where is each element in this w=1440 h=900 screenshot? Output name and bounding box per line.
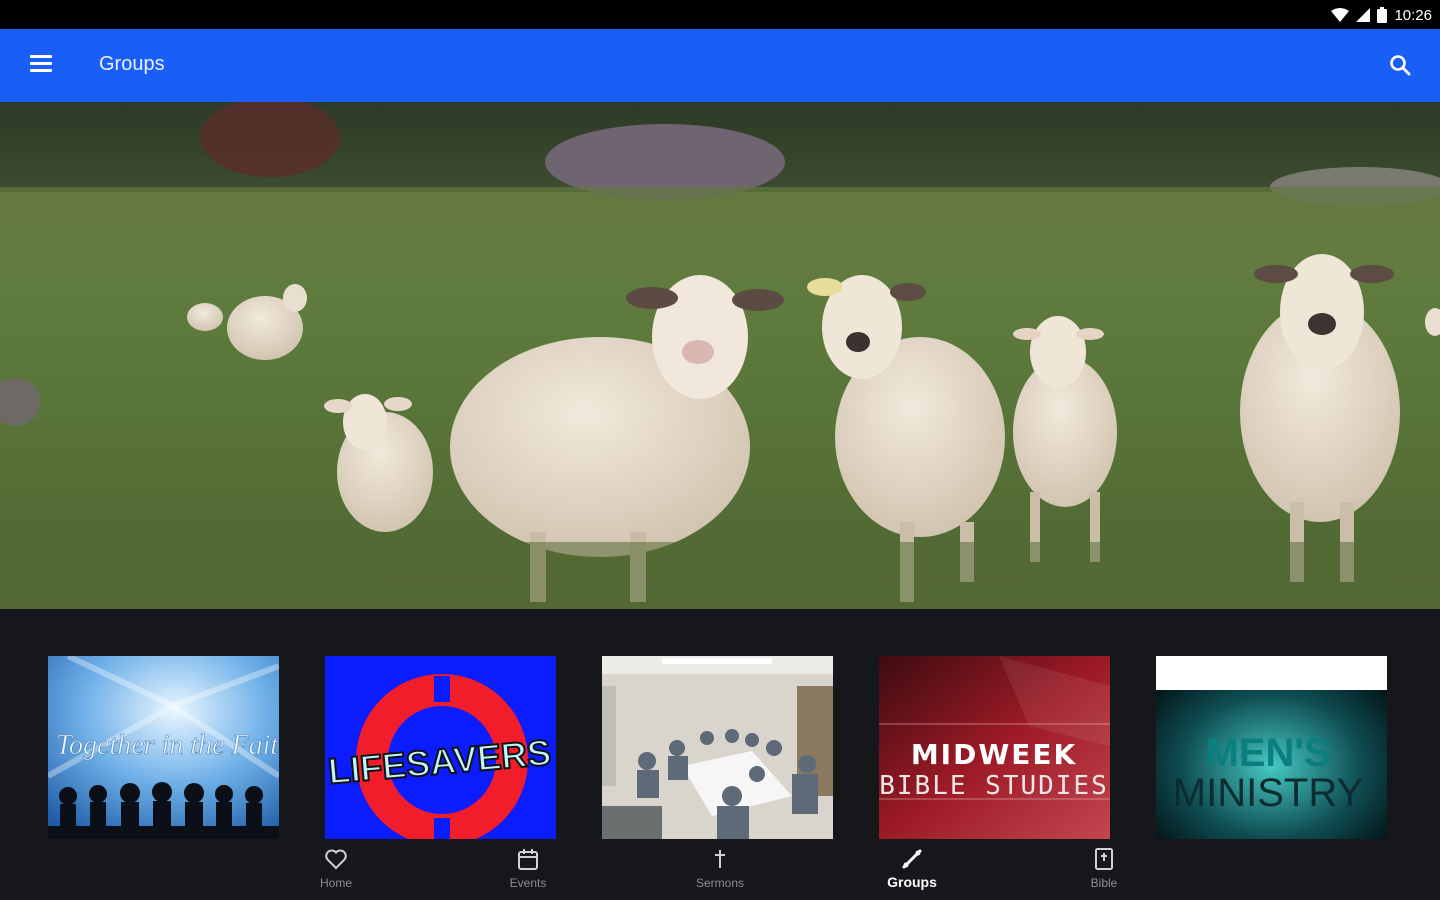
nav-label-home: Home — [319, 876, 352, 890]
group-card-lifesavers[interactable]: LIFESAVERS — [325, 656, 556, 839]
group-card-mens[interactable]: MEN'S MINISTRY — [1156, 656, 1387, 839]
heart-icon — [325, 849, 347, 870]
nav-label-events: Events — [509, 876, 547, 890]
page-title: Groups — [99, 53, 165, 75]
signal-icon — [1356, 8, 1371, 22]
group-card-midweek[interactable]: MIDWEEK BIBLE STUDIES — [879, 656, 1110, 839]
nav-item-sermons[interactable]: Sermons — [624, 839, 816, 900]
mens-text: MEN'S — [1205, 731, 1330, 775]
calendar-icon — [518, 849, 538, 870]
nav-item-bible[interactable]: Bible — [1008, 839, 1200, 900]
battery-icon — [1377, 7, 1388, 23]
handshake-icon — [902, 849, 922, 869]
status-time: 10:26 — [1394, 6, 1432, 24]
bottom-nav: Home Events Sermons Groups Bible — [240, 839, 1200, 900]
app-bar: Groups — [0, 29, 1440, 102]
nav-item-groups[interactable]: Groups — [816, 839, 1008, 900]
together-text: Together in the Faith — [56, 730, 279, 761]
status-bar: 10:26 — [0, 0, 1440, 29]
nav-item-events[interactable]: Events — [432, 839, 624, 900]
menu-icon[interactable] — [30, 55, 52, 73]
nav-label-bible: Bible — [1090, 876, 1118, 890]
bible-studies-text: BIBLE STUDIES — [879, 771, 1109, 801]
nav-item-home[interactable]: Home — [240, 839, 432, 900]
nav-label-sermons: Sermons — [695, 876, 745, 890]
nav-label-groups: Groups — [887, 874, 937, 890]
midweek-text: MIDWEEK — [911, 738, 1077, 771]
ministry-text: MINISTRY — [1173, 771, 1363, 815]
hero-image — [0, 102, 1440, 609]
status-icons: 10:26 — [1331, 4, 1432, 26]
group-card-meeting[interactable] — [602, 656, 833, 839]
group-card-together[interactable]: Together in the Faith — [48, 656, 279, 839]
cross-icon — [715, 850, 725, 868]
bible-icon — [1095, 848, 1113, 870]
wifi-icon — [1331, 8, 1350, 22]
search-icon[interactable] — [1388, 53, 1412, 77]
